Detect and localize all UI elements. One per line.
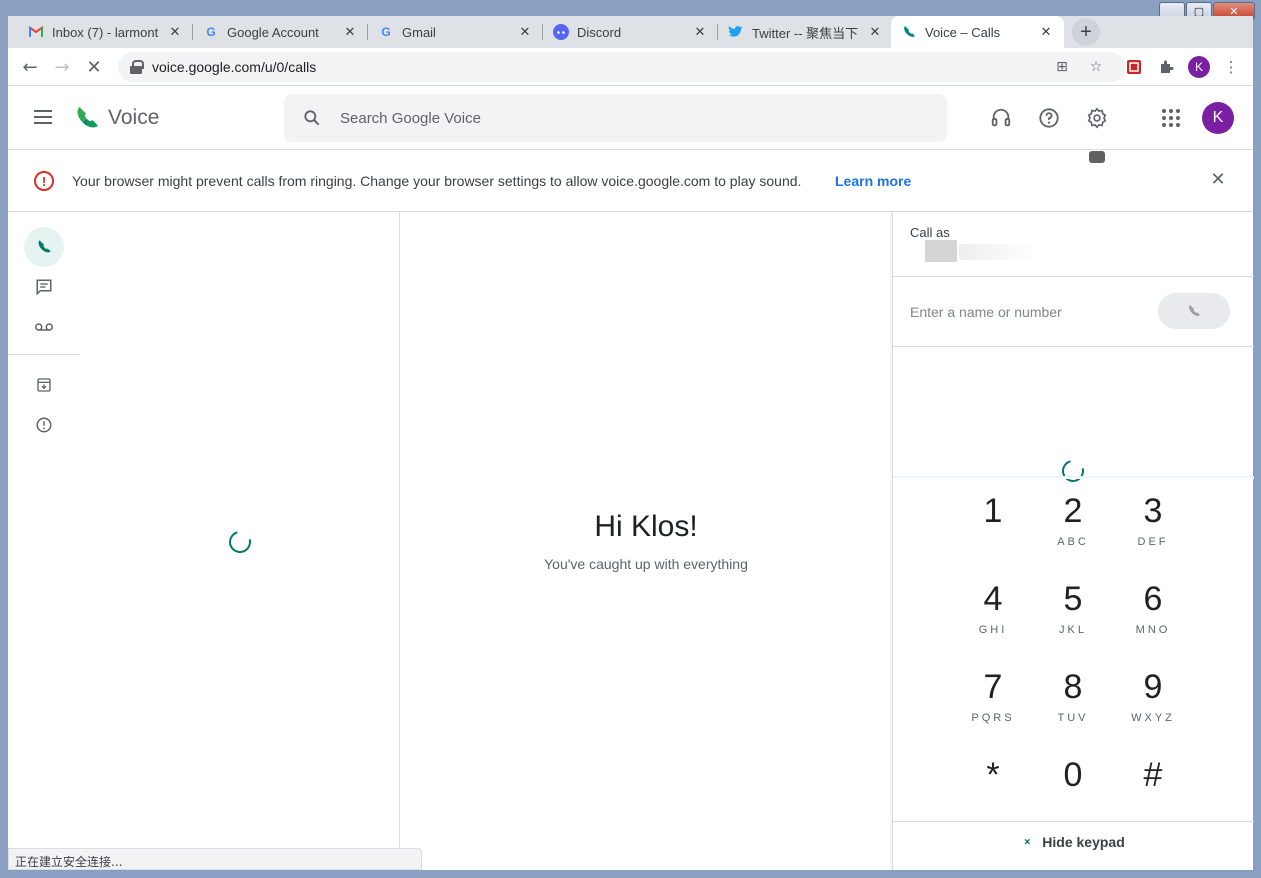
profile-avatar[interactable]: K (1188, 56, 1210, 78)
error-alert-icon: ! (34, 171, 54, 191)
close-tab-icon[interactable]: ✕ (1038, 24, 1054, 40)
dismiss-banner-icon[interactable]: ✕ (1208, 169, 1228, 190)
call-as-label: Call as (910, 225, 950, 240)
sound-warning-banner: ! Your browser might prevent calls from … (8, 151, 1253, 212)
twitter-icon (728, 24, 744, 40)
main-menu-icon[interactable] (34, 110, 52, 124)
nav-archive-icon[interactable] (24, 365, 64, 405)
tab-title: Voice – Calls (925, 24, 1001, 40)
extension-red-icon[interactable] (1123, 56, 1145, 78)
tab-gmail[interactable]: G Gmail ✕ (368, 16, 543, 48)
close-tab-icon[interactable]: ✕ (517, 24, 533, 40)
calls-list-panel (80, 212, 400, 870)
discord-icon (553, 24, 569, 40)
tab-discord[interactable]: Discord ✕ (543, 16, 718, 48)
close-tab-icon[interactable]: ✕ (167, 24, 183, 40)
close-tab-icon[interactable]: ✕ (692, 24, 708, 40)
keypad-key-2[interactable]: 2 ABC (1033, 494, 1113, 574)
keypad-key-9[interactable]: 9 WXYZ (1113, 670, 1193, 750)
app-name: Voice (108, 106, 160, 129)
tab-title: Inbox (7) - larmont (52, 24, 159, 40)
dialer-loading-spinner-icon (1057, 455, 1089, 487)
tab-title: Discord (577, 24, 622, 40)
url-text: voice.google.com/u/0/calls (152, 59, 317, 75)
learn-more-link[interactable]: Learn more (835, 173, 911, 189)
collapse-icon: ⌄ ⌃ (1022, 831, 1033, 853)
close-tab-icon[interactable]: ✕ (342, 24, 358, 40)
back-button[interactable]: ← (16, 53, 44, 81)
keypad-key-hash[interactable]: # (1113, 758, 1193, 838)
close-tab-icon[interactable]: ✕ (867, 24, 883, 40)
keypad-key-star[interactable]: * (953, 758, 1033, 838)
hide-keypad-label: Hide keypad (1042, 834, 1125, 850)
new-tab-button[interactable]: + (1072, 18, 1100, 46)
tab-title: Gmail (402, 24, 436, 40)
translate-icon[interactable]: ⊞ (1054, 59, 1070, 75)
dial-number-input[interactable]: Enter a name or number (910, 304, 1062, 320)
keypad-key-4[interactable]: 4 GHI (953, 582, 1033, 662)
apps-grid-icon[interactable] (1159, 106, 1183, 130)
bookmark-star-icon[interactable]: ☆ (1088, 59, 1104, 75)
search-bar[interactable]: Search Google Voice (284, 94, 947, 142)
call-button[interactable] (1158, 293, 1230, 329)
loading-spinner-icon (224, 526, 256, 558)
call-as-number-blurred (959, 244, 1039, 260)
browser-menu-icon[interactable]: ⋮ (1220, 56, 1242, 78)
address-bar[interactable]: voice.google.com/u/0/calls ⊞ ☆ (118, 52, 1126, 82)
voice-app: Voice Search Google Voice K ! Your brows… (8, 86, 1254, 870)
main-content: Hi Klos! You've caught up with everythin… (400, 212, 892, 870)
tab-title: Twitter -- 聚焦当下 (752, 25, 859, 41)
stop-loading-button[interactable]: ✕ (80, 53, 108, 81)
nav-calls-icon[interactable] (24, 227, 64, 267)
google-icon: G (206, 25, 216, 39)
nav-voicemail-icon[interactable] (24, 307, 64, 347)
headset-icon[interactable] (989, 106, 1013, 130)
browser-toolbar: ← → ✕ voice.google.com/u/0/calls ⊞ ☆ K ⋮ (8, 48, 1253, 86)
keypad-key-7[interactable]: 7 PQRS (953, 670, 1033, 750)
tab-voice-calls[interactable]: Voice – Calls ✕ (891, 16, 1064, 48)
rail-divider (8, 354, 80, 355)
keypad-key-5[interactable]: 5 JKL (1033, 582, 1113, 662)
extensions-puzzle-icon[interactable] (1155, 56, 1177, 78)
tab-gmail-inbox[interactable]: Inbox (7) - larmont ✕ (18, 16, 193, 48)
caught-up-text: You've caught up with everything (544, 556, 748, 572)
tab-title: Google Account (227, 24, 319, 40)
keypad-key-3[interactable]: 3 DEF (1113, 494, 1193, 574)
nav-spam-icon[interactable] (24, 405, 64, 445)
app-header: Voice Search Google Voice K (8, 86, 1253, 150)
tab-strip: Inbox (7) - larmont ✕ G Google Account ✕… (8, 16, 1253, 48)
search-icon[interactable] (284, 94, 340, 142)
tab-twitter[interactable]: Twitter -- 聚焦当下 ✕ (718, 16, 893, 48)
browser-status-bar: 正在建立安全连接... (8, 848, 422, 870)
voice-icon (901, 24, 917, 40)
search-input[interactable]: Search Google Voice (340, 110, 481, 127)
dialer-panel: Call as Enter a name or number 1 2 ABC 3D… (892, 212, 1254, 870)
keypad-key-1[interactable]: 1 (953, 494, 1033, 574)
banner-message: Your browser might prevent calls from ri… (72, 173, 802, 189)
keypad-key-0[interactable]: 0 (1033, 758, 1113, 838)
settings-gear-icon[interactable] (1085, 106, 1109, 130)
google-voice-logo-icon[interactable] (74, 105, 100, 131)
keypad-key-8[interactable]: 8 TUV (1033, 670, 1113, 750)
gmail-icon (28, 24, 44, 40)
greeting-heading: Hi Klos! (594, 510, 698, 543)
account-avatar[interactable]: K (1202, 102, 1234, 134)
nav-rail (8, 212, 80, 870)
help-icon[interactable] (1037, 106, 1061, 130)
google-icon: G (381, 25, 391, 39)
forward-button[interactable]: → (48, 53, 76, 81)
lock-icon[interactable] (130, 60, 144, 74)
nav-messages-icon[interactable] (24, 267, 64, 307)
keypad-key-6[interactable]: 6 MNO (1113, 582, 1193, 662)
phone-icon (1189, 305, 1200, 316)
tab-google-account[interactable]: G Google Account ✕ (193, 16, 368, 48)
call-as-number-redacted[interactable] (925, 240, 957, 262)
hide-keypad-button[interactable]: ⌄ ⌃ Hide keypad (893, 831, 1254, 853)
